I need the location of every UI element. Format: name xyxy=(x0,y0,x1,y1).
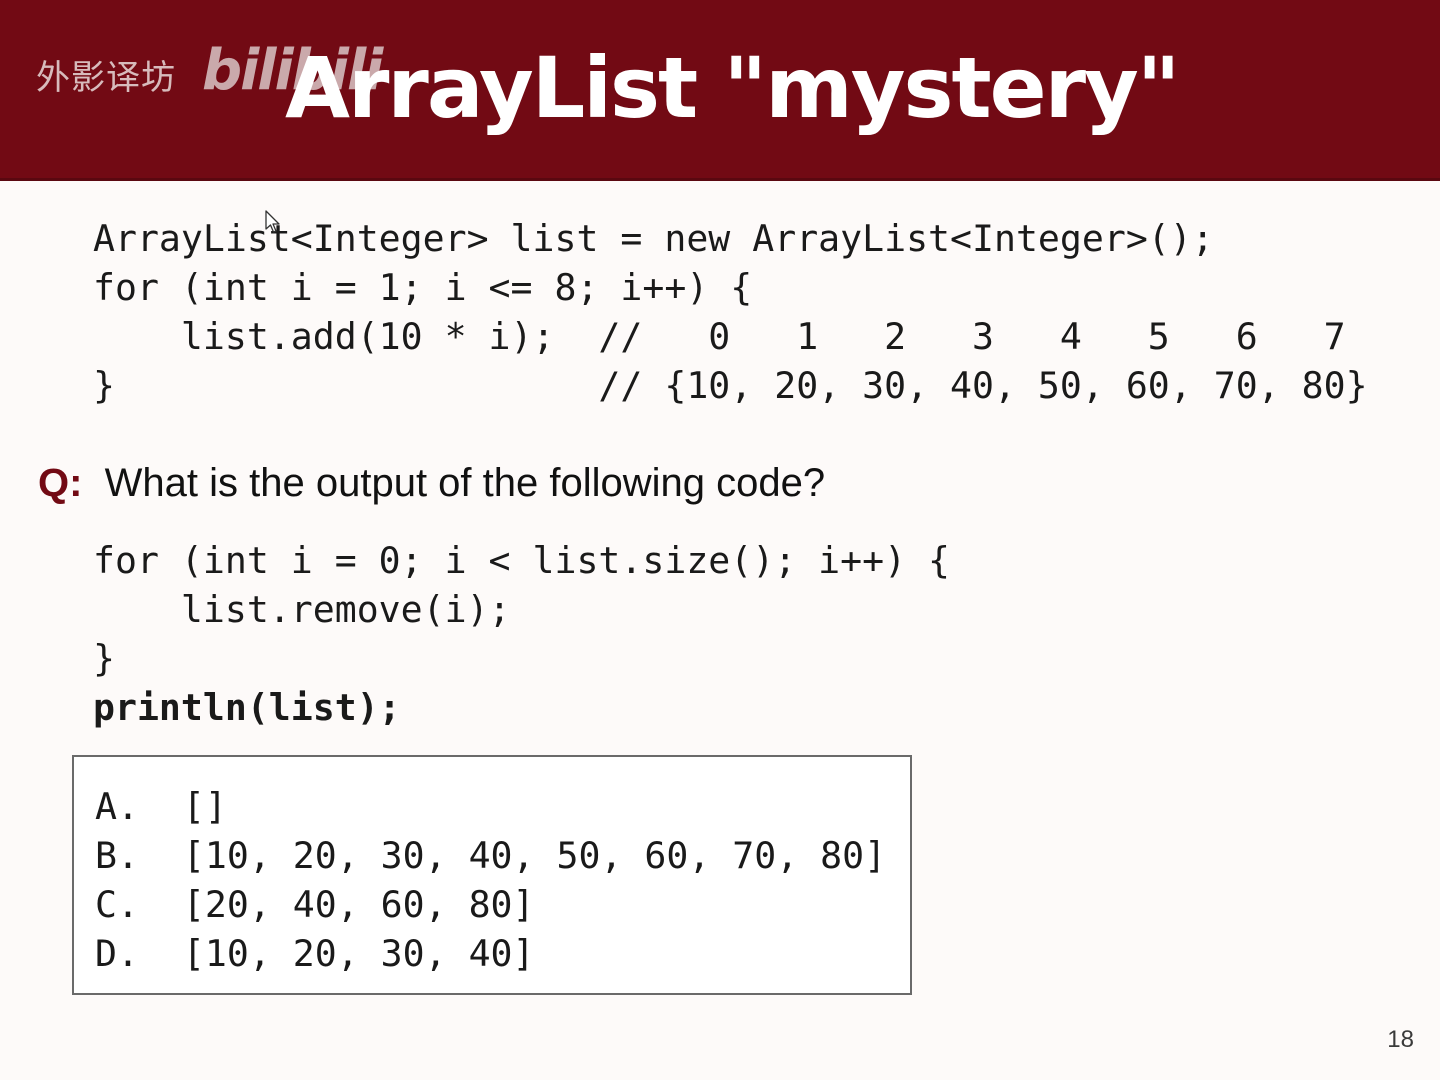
answer-option-b: B. [10, 20, 30, 40, 50, 60, 70, 80] xyxy=(95,834,887,877)
answer-option-a: A. [] xyxy=(95,785,227,828)
answer-choices-box: A. [] B. [10, 20, 30, 40, 50, 60, 70, 80]… xyxy=(72,755,912,995)
code-line: ArrayList<Integer> list = new ArrayList<… xyxy=(93,217,1214,260)
page-number: 18 xyxy=(1387,1026,1414,1053)
question-text: What is the output of the following code… xyxy=(82,461,826,505)
mouse-pointer-icon xyxy=(265,210,280,233)
code-line: list.add(10 * i); // 0 1 2 3 4 5 6 7 xyxy=(93,315,1346,358)
code-line: for (int i = 0; i < list.size(); i++) { xyxy=(93,539,951,582)
setup-code-block: ArrayList<Integer> list = new ArrayList<… xyxy=(93,214,1368,410)
slide-title: ArrayList "mystery" xyxy=(285,39,1181,137)
code-line: list.remove(i); xyxy=(93,588,511,631)
answer-option-d: D. [10, 20, 30, 40] xyxy=(95,932,535,975)
answer-list: A. [] B. [10, 20, 30, 40, 50, 60, 70, 80]… xyxy=(95,782,886,978)
answer-option-c: C. [20, 40, 60, 80] xyxy=(95,883,535,926)
code-line-println: println(list); xyxy=(93,686,401,729)
question-prompt: Q: What is the output of the following c… xyxy=(38,458,825,508)
code-line: for (int i = 1; i <= 8; i++) { xyxy=(93,266,753,309)
question-label: Q: xyxy=(38,461,83,505)
code-line: } xyxy=(93,637,115,680)
code-line: } // {10, 20, 30, 40, 50, 60, 70, 80} xyxy=(93,364,1368,407)
watermark-text: 外影译坊 xyxy=(36,58,176,98)
question-code-block: for (int i = 0; i < list.size(); i++) { … xyxy=(93,536,950,732)
slide-header: 外影译坊 bilibili ArrayList "mystery" xyxy=(0,0,1440,181)
